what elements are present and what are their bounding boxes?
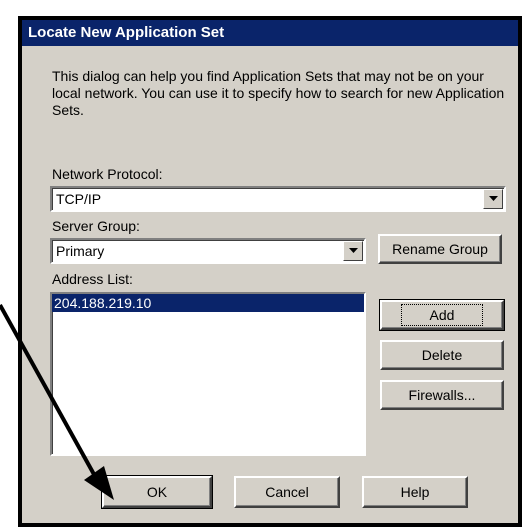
- ok-button[interactable]: OK: [101, 475, 213, 509]
- delete-button[interactable]: Delete: [380, 340, 504, 370]
- address-list[interactable]: 204.188.219.10: [50, 292, 366, 456]
- list-item[interactable]: 204.188.219.10: [52, 294, 364, 312]
- add-button-label: Add: [400, 304, 484, 326]
- server-group-value: Primary: [56, 243, 105, 259]
- chevron-down-icon[interactable]: [483, 189, 503, 209]
- help-button[interactable]: Help: [362, 476, 468, 508]
- add-button[interactable]: Add: [379, 299, 505, 331]
- network-protocol-value: TCP/IP: [56, 191, 102, 207]
- chevron-down-icon[interactable]: [343, 241, 363, 261]
- cancel-button[interactable]: Cancel: [234, 476, 340, 508]
- dialog-title: Locate New Application Set: [22, 20, 518, 46]
- address-list-label: Address List:: [52, 271, 133, 287]
- rename-group-button[interactable]: Rename Group: [378, 234, 502, 264]
- firewalls-button[interactable]: Firewalls...: [380, 380, 504, 410]
- network-protocol-select[interactable]: TCP/IP: [50, 186, 506, 212]
- server-group-label: Server Group:: [52, 218, 140, 234]
- dialog-description: This dialog can help you find Applicatio…: [52, 68, 505, 118]
- locate-new-application-set-dialog: Locate New Application Set This dialog c…: [18, 16, 522, 527]
- server-group-select[interactable]: Primary: [50, 238, 366, 264]
- network-protocol-label: Network Protocol:: [52, 166, 163, 182]
